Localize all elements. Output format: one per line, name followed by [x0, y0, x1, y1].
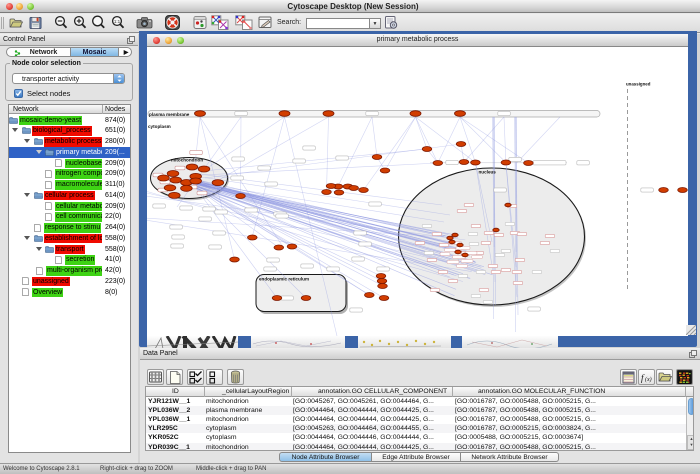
svg-text:1:1: 1:1	[114, 19, 121, 24]
svg-text:plasma membrane: plasma membrane	[149, 112, 190, 117]
svg-text:nucleus: nucleus	[479, 170, 497, 175]
svg-text:cytoplasm: cytoplasm	[148, 124, 171, 129]
svg-text:mitochondrion: mitochondrion	[171, 158, 203, 163]
svg-text:endoplasmic reticulum: endoplasmic reticulum	[259, 277, 309, 282]
svg-text:(x): (x)	[645, 376, 652, 383]
svg-text:unassigned: unassigned	[626, 82, 651, 87]
